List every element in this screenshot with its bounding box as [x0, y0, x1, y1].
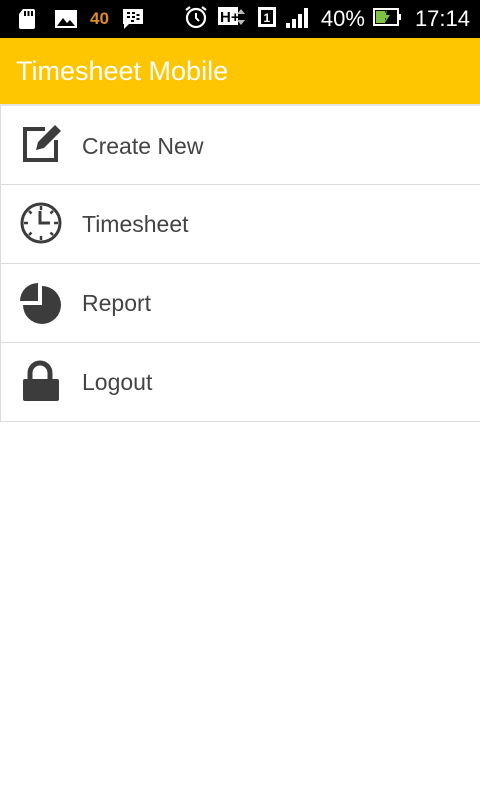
status-bar: 40 H+ 1 40% 17:14 [0, 0, 480, 38]
status-bar-right: H+ 1 40% 17:14 [175, 5, 480, 33]
sim-slot-text: 1 [263, 11, 270, 25]
sim-icon: 1 [257, 4, 277, 35]
menu-item-label: Timesheet [82, 211, 189, 237]
status-bar-left: 40 [16, 7, 159, 31]
menu-item-label: Logout [82, 369, 153, 395]
clock-icon [19, 202, 63, 246]
app-bar: Timesheet Mobile [0, 38, 480, 104]
image-icon [54, 7, 78, 31]
network-type-icon: H+ [217, 4, 249, 35]
network-type-text: H+ [220, 9, 240, 26]
app-title: Timesheet Mobile [16, 56, 229, 86]
menu-item-create-new[interactable]: Create New [0, 104, 480, 185]
menu-item-timesheet[interactable]: Timesheet [0, 185, 480, 264]
menu-item-logout[interactable]: Logout [0, 343, 480, 422]
lock-icon [19, 360, 63, 404]
battery-percent: 40% [320, 6, 365, 31]
edit-icon [19, 123, 63, 167]
clock-time: 17:14 [414, 6, 470, 31]
signal-icon [285, 4, 311, 35]
menu-item-label: Report [82, 290, 152, 316]
battery-charging-icon [372, 4, 403, 35]
menu-item-label: Create New [82, 133, 204, 159]
menu-item-report[interactable]: Report [0, 264, 480, 343]
pie-chart-icon [19, 281, 63, 325]
main-menu: Create New Timesheet Report Logout [0, 104, 480, 422]
bbm-icon [121, 7, 145, 31]
alarm-icon [183, 4, 209, 35]
notification-count: 40 [90, 9, 109, 28]
sd-card-icon [16, 7, 40, 31]
